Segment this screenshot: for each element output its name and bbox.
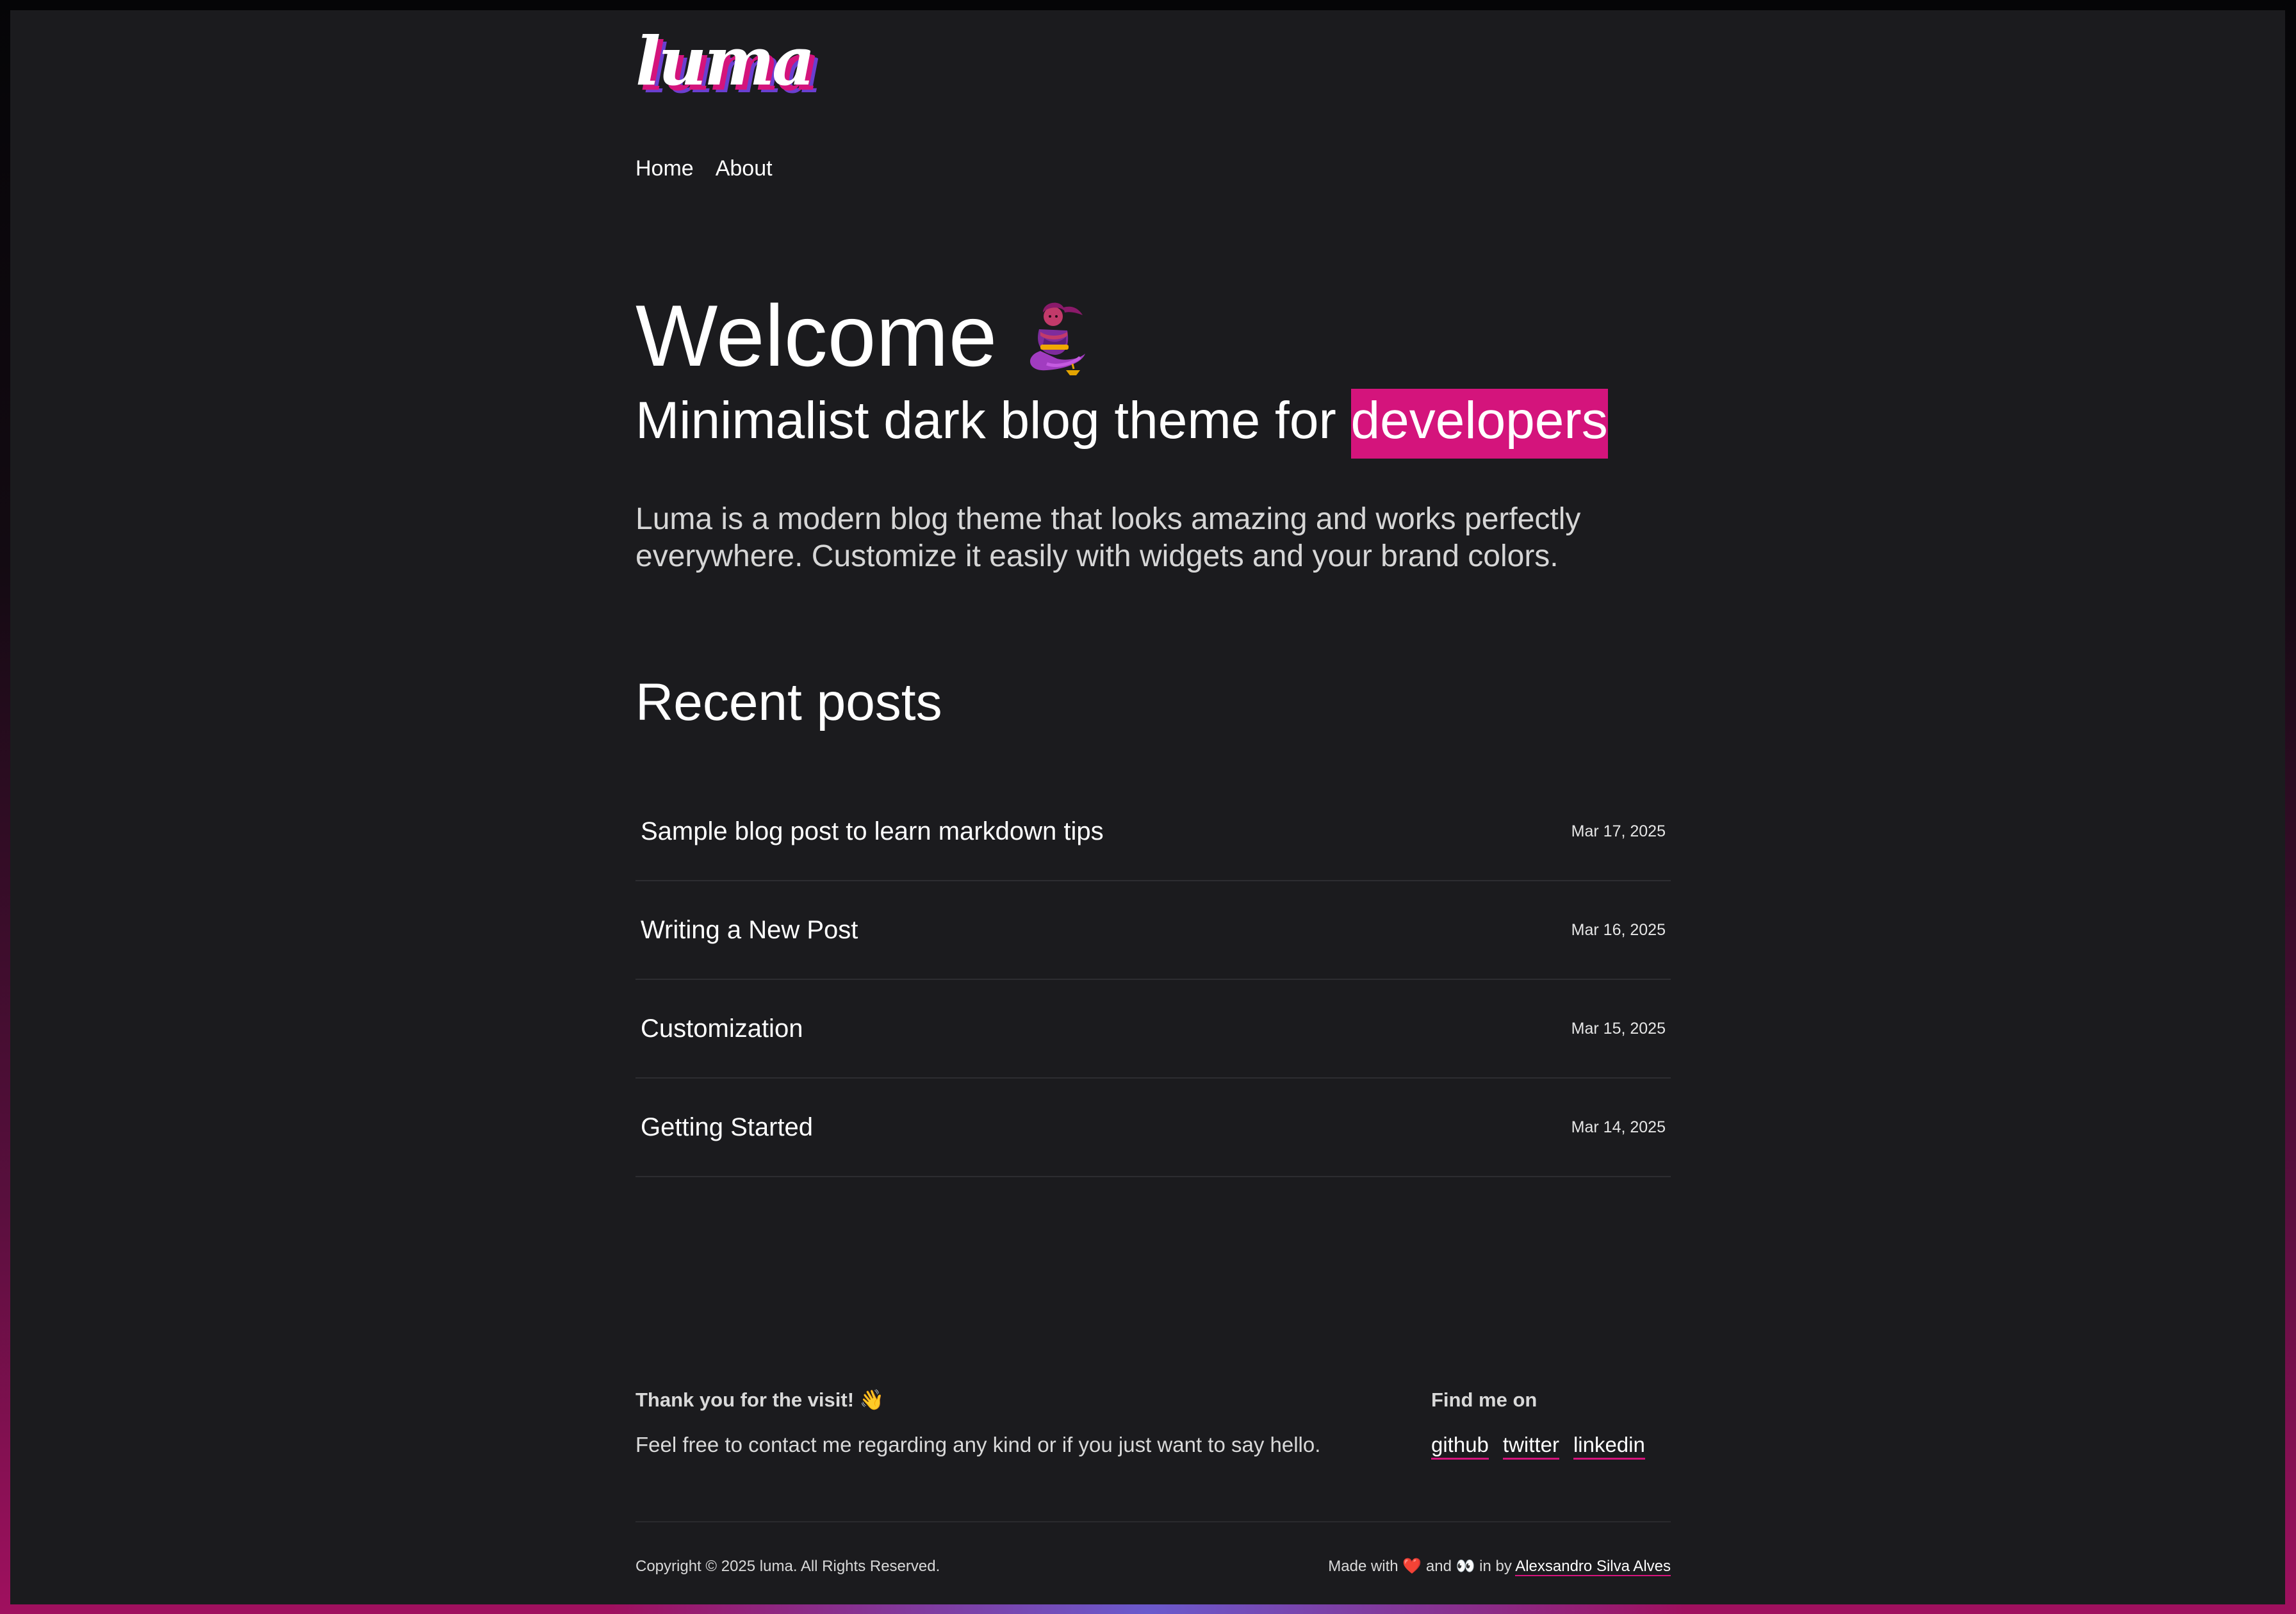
post-title-link[interactable]: Customization xyxy=(641,1015,803,1043)
recent-posts-heading: Recent posts xyxy=(636,673,942,731)
hero-description: Luma is a modern blog theme that looks a… xyxy=(636,502,1581,573)
post-date: Mar 17, 2025 xyxy=(1571,822,1666,840)
footer-find-heading: Find me on xyxy=(1431,1389,1538,1411)
heart-icon: ❤️ xyxy=(1402,1558,1422,1575)
linkedin-link[interactable]: linkedin xyxy=(1573,1432,1645,1460)
footer-thanks: Thank you for the visit! 👋 Feel free to … xyxy=(636,1387,1404,1458)
post-list-item: Getting Started Mar 14, 2025 xyxy=(636,1079,1671,1177)
post-list-item: Writing a New Post Mar 16, 2025 xyxy=(636,881,1671,980)
site-logo[interactable]: luma luma luma xyxy=(636,22,823,111)
footer-divider xyxy=(636,1521,1671,1522)
made-with-credit: Made with ❤️ and 👀 in by Alexsandro Silv… xyxy=(1328,1556,1671,1577)
content-container: luma luma luma Home About Welcome Minima… xyxy=(636,10,1671,1604)
eyes-icon: 👀 xyxy=(1456,1558,1475,1575)
luma-logo-icon: luma luma luma xyxy=(636,22,823,108)
footer-bottom-bar: Copyright © 2025 luma. All Rights Reserv… xyxy=(636,1556,1671,1577)
social-links: github twitter linkedin xyxy=(1431,1432,1671,1460)
post-date: Mar 16, 2025 xyxy=(1571,920,1666,939)
author-link[interactable]: Alexsandro Silva Alves xyxy=(1515,1558,1671,1576)
post-date: Mar 14, 2025 xyxy=(1571,1118,1666,1136)
made-with-in-by: in by xyxy=(1479,1558,1512,1575)
footer-social: Find me on github twitter linkedin xyxy=(1431,1387,1671,1460)
post-title-link[interactable]: Getting Started xyxy=(641,1113,813,1142)
twitter-link[interactable]: twitter xyxy=(1502,1432,1559,1460)
post-title-link[interactable]: Sample blog post to learn markdown tips xyxy=(641,817,1104,846)
logo-text: luma xyxy=(636,22,813,101)
post-list-item: Customization Mar 15, 2025 xyxy=(636,980,1671,1079)
recent-posts-list: Sample blog post to learn markdown tips … xyxy=(636,783,1671,1177)
nav-about-link[interactable]: About xyxy=(716,156,773,181)
footer-thanks-text: Feel free to contact me regarding any ki… xyxy=(636,1433,1321,1456)
made-with-prefix: Made with xyxy=(1328,1558,1398,1575)
hero-subtitle-prefix: Minimalist dark blog theme for xyxy=(636,391,1336,450)
page-panel: luma luma luma Home About Welcome Minima… xyxy=(10,10,2285,1604)
genie-icon xyxy=(1030,302,1086,375)
nav-home-link[interactable]: Home xyxy=(636,156,694,181)
made-with-and: and xyxy=(1425,1558,1452,1575)
footer-thanks-heading: Thank you for the visit! 👋 xyxy=(636,1389,885,1411)
github-link[interactable]: github xyxy=(1431,1432,1489,1460)
hero-subtitle-highlight: developers xyxy=(1350,389,1608,459)
hero-title: Welcome xyxy=(636,292,1092,379)
post-title-link[interactable]: Writing a New Post xyxy=(641,916,858,945)
hero-title-text: Welcome xyxy=(636,287,997,384)
post-list-item: Sample blog post to learn markdown tips … xyxy=(636,783,1671,881)
post-date: Mar 15, 2025 xyxy=(1571,1019,1666,1038)
hero-subtitle: Minimalist dark blog theme for developer… xyxy=(636,389,1608,459)
main-nav: Home About xyxy=(636,156,773,181)
copyright-text: Copyright © 2025 luma. All Rights Reserv… xyxy=(636,1558,940,1575)
